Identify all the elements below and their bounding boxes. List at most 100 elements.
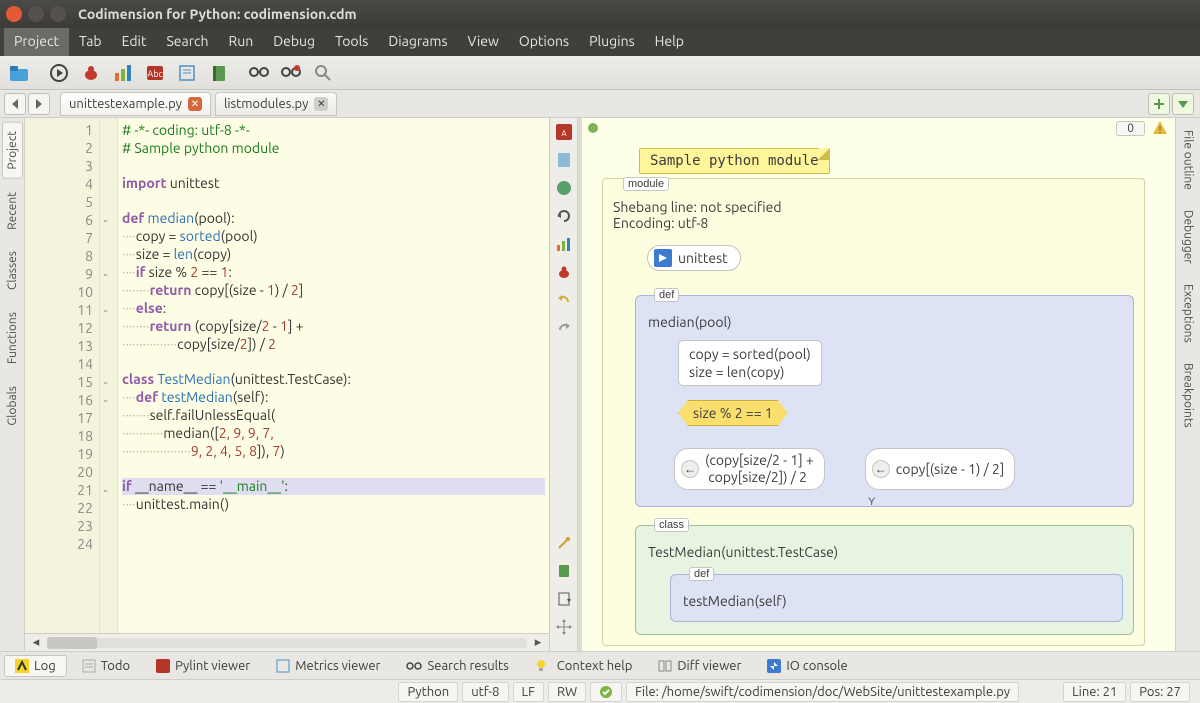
menu-project[interactable]: Project xyxy=(4,28,69,56)
class-tag: class xyxy=(654,518,689,532)
left-dock-globals[interactable]: Globals xyxy=(2,377,23,435)
left-dock-recent[interactable]: Recent xyxy=(2,183,23,239)
wand-icon[interactable] xyxy=(554,533,574,553)
menu-diagrams[interactable]: Diagrams xyxy=(378,28,457,56)
toolbar-spellcheck[interactable]: Abc xyxy=(142,60,168,86)
warning-count[interactable]: 0 xyxy=(1116,121,1145,136)
status-lang[interactable]: Python xyxy=(398,682,458,702)
book-icon[interactable] xyxy=(554,561,574,581)
right-dock-debugger[interactable]: Debugger xyxy=(1179,202,1198,272)
warning-icon[interactable]: ! xyxy=(1151,119,1169,137)
import-node[interactable]: unittest xyxy=(647,245,741,271)
toolbar-open-project[interactable] xyxy=(6,60,32,86)
status-enc[interactable]: utf-8 xyxy=(462,682,508,702)
bottom-tab-context[interactable]: Context help xyxy=(524,655,644,677)
return-node-else[interactable]: ←(copy[size/2 - 1] + copy[size/2]) / 2 xyxy=(674,448,825,490)
undo-icon[interactable] xyxy=(554,290,574,310)
toolbar-format[interactable] xyxy=(174,60,200,86)
move-icon[interactable] xyxy=(554,617,574,637)
status-eol[interactable]: LF xyxy=(513,682,544,702)
fold-gutter[interactable]: - - - - - - xyxy=(100,118,118,651)
window-close-button[interactable] xyxy=(6,6,22,22)
module-box[interactable]: module Shebang line: not specified Encod… xyxy=(602,178,1145,646)
refresh-icon[interactable] xyxy=(554,206,574,226)
module-docstring-note[interactable]: Sample python module xyxy=(639,148,830,174)
menu-tab[interactable]: Tab xyxy=(69,28,112,56)
bug-icon[interactable] xyxy=(554,262,574,282)
panel-dropdown[interactable] xyxy=(1172,93,1194,115)
toolbar-find[interactable] xyxy=(246,60,272,86)
scroll-right-icon[interactable]: ▸ xyxy=(531,635,545,650)
menu-run[interactable]: Run xyxy=(219,28,264,56)
tab-nav-forward[interactable] xyxy=(28,93,50,115)
right-dock-exceptions[interactable]: Exceptions xyxy=(1179,276,1198,351)
menubar: Project Tab Edit Search Run Debug Tools … xyxy=(0,28,1200,56)
page-icon[interactable] xyxy=(554,150,574,170)
menu-search[interactable]: Search xyxy=(156,28,218,56)
function-signature: median(pool) xyxy=(648,314,1123,330)
tab-close-icon[interactable]: ✕ xyxy=(188,97,202,111)
editor-hscroll[interactable]: ◂ ▸ xyxy=(25,633,549,651)
doc-export-icon[interactable] xyxy=(554,589,574,609)
window-maximize-button[interactable] xyxy=(50,6,66,22)
toolbar-find-debug[interactable] xyxy=(278,60,304,86)
condition-node[interactable]: size % 2 == 1 xyxy=(678,400,788,426)
bottom-tab-pylint[interactable]: Pylint viewer xyxy=(145,655,261,677)
add-panel-button[interactable] xyxy=(1148,93,1170,115)
bottom-dock: Log Todo Pylint viewer Metrics viewer Se… xyxy=(0,651,1200,679)
return-node-if[interactable]: ←copy[(size - 1) / 2] xyxy=(865,448,1016,490)
menu-tools[interactable]: Tools xyxy=(325,28,378,56)
flowchart-panel[interactable]: 0 ! Sample python module module Shebang … xyxy=(582,118,1175,651)
right-dock-outline[interactable]: File outline xyxy=(1179,122,1198,198)
left-dock-project[interactable]: Project xyxy=(2,122,23,179)
toolbar: Abc xyxy=(0,56,1200,90)
left-dock-functions[interactable]: Functions xyxy=(2,303,23,373)
status-rw: RW xyxy=(548,682,586,702)
tab-nav-back[interactable] xyxy=(4,93,26,115)
code-editor[interactable]: 1 2 3 4 5 6 7 8 9 10 11 12 13 14 15 16 1… xyxy=(25,118,550,651)
redo-icon[interactable] xyxy=(554,318,574,338)
right-dock-breakpoints[interactable]: Breakpoints xyxy=(1179,355,1198,436)
editor-tab-0[interactable]: unittestexample.py ✕ xyxy=(60,92,211,116)
binoculars-icon xyxy=(406,660,422,672)
left-dock: Project Recent Classes Functions Globals xyxy=(0,118,25,651)
shebang-line: Shebang line: not specified xyxy=(613,199,1134,215)
toolbar-search[interactable] xyxy=(310,60,336,86)
menu-edit[interactable]: Edit xyxy=(112,28,157,56)
left-dock-classes[interactable]: Classes xyxy=(2,242,23,299)
toolbar-metrics[interactable] xyxy=(110,60,136,86)
window-minimize-button[interactable] xyxy=(28,6,44,22)
globe-icon[interactable] xyxy=(554,178,574,198)
tab-close-icon[interactable]: ✕ xyxy=(314,97,328,111)
line-gutter: 1 2 3 4 5 6 7 8 9 10 11 12 13 14 15 16 1… xyxy=(25,118,100,651)
menu-view[interactable]: View xyxy=(458,28,509,56)
bottom-tab-metrics[interactable]: Metrics viewer xyxy=(265,655,391,677)
chart-icon[interactable] xyxy=(554,234,574,254)
code-node[interactable]: copy = sorted(pool) size = len(copy) xyxy=(678,340,822,386)
toolbar-debug[interactable] xyxy=(78,60,104,86)
titlebar: Codimension for Python: codimension.cdm xyxy=(0,0,1200,28)
menu-help[interactable]: Help xyxy=(645,28,694,56)
dict-icon[interactable]: A xyxy=(554,122,574,142)
encoding-line: Encoding: utf-8 xyxy=(613,215,1134,231)
editor-tab-1[interactable]: listmodules.py ✕ xyxy=(215,92,337,116)
status-dot-icon xyxy=(588,123,598,133)
menu-plugins[interactable]: Plugins xyxy=(579,28,645,56)
bottom-tab-diff[interactable]: Diff viewer xyxy=(647,655,752,677)
bottom-tab-log[interactable]: Log xyxy=(4,655,67,677)
toolbar-run[interactable] xyxy=(46,60,72,86)
tab-label: listmodules.py xyxy=(224,97,308,111)
code-body[interactable]: # -*- coding: utf-8 -*- # Sample python … xyxy=(118,118,549,651)
bottom-tab-todo[interactable]: Todo xyxy=(71,655,141,677)
bottom-tab-search[interactable]: Search results xyxy=(395,655,519,677)
status-pos: Pos: 27 xyxy=(1130,682,1190,702)
scroll-left-icon[interactable]: ◂ xyxy=(29,635,43,650)
menu-options[interactable]: Options xyxy=(509,28,579,56)
function-box-median[interactable]: def median(pool) copy = sorted(pool) siz… xyxy=(635,295,1134,507)
right-dock: File outline Debugger Exceptions Breakpo… xyxy=(1175,118,1200,651)
toolbar-book[interactable] xyxy=(206,60,232,86)
method-box[interactable]: def testMedian(self) xyxy=(670,574,1123,622)
class-box[interactable]: class TestMedian(unittest.TestCase) def … xyxy=(635,525,1134,635)
bottom-tab-io[interactable]: IO console xyxy=(756,655,858,677)
menu-debug[interactable]: Debug xyxy=(263,28,325,56)
